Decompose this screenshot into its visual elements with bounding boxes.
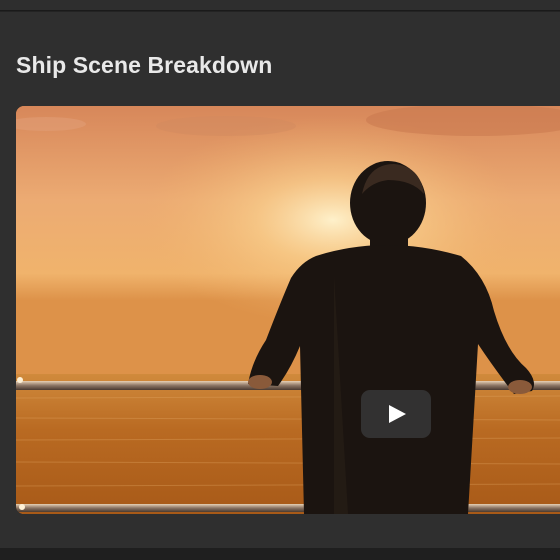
video-thumbnail — [16, 106, 560, 514]
play-icon — [389, 405, 406, 423]
bottom-bar — [0, 548, 560, 560]
top-bar — [0, 0, 560, 11]
video-player[interactable] — [16, 106, 560, 514]
play-button[interactable] — [361, 390, 431, 438]
page: Ship Scene Breakdown — [0, 0, 560, 560]
page-title: Ship Scene Breakdown — [16, 52, 273, 78]
